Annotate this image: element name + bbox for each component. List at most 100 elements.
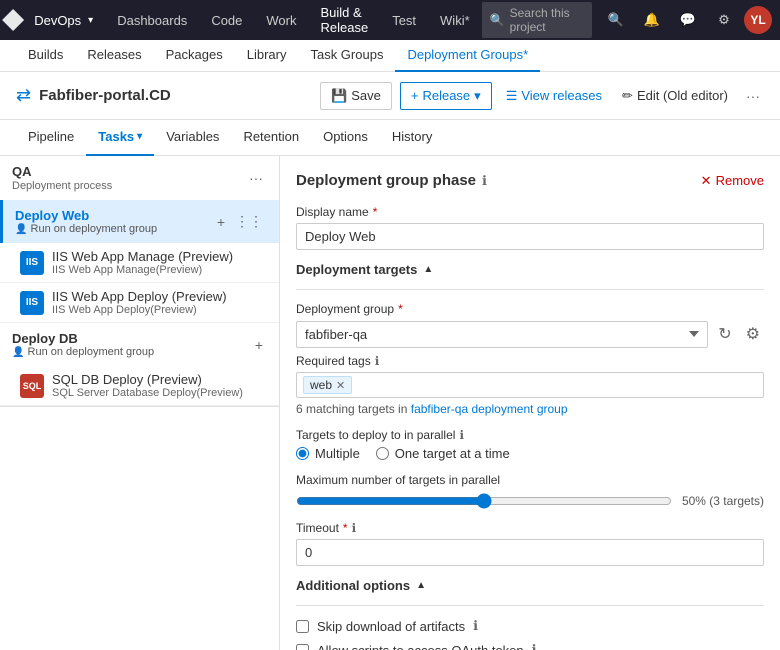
subnav-packages[interactable]: Packages [154, 40, 235, 72]
deploy-db-add-button[interactable]: + [251, 335, 267, 355]
qa-section-title: QA [12, 164, 245, 179]
nav-wiki[interactable]: Wiki* [428, 0, 482, 40]
nav-work[interactable]: Work [254, 0, 308, 40]
tasks-chevron-icon: ▾ [137, 131, 142, 142]
save-button[interactable]: 💾 Save [320, 82, 392, 110]
nav-test[interactable]: Test [380, 0, 428, 40]
iis-deploy-icon: IIS [20, 291, 44, 315]
deployment-group-required: * [398, 302, 403, 316]
devops-label[interactable]: DevOps ▾ [26, 0, 105, 40]
view-releases-button[interactable]: ☰ View releases [500, 83, 608, 109]
subnav-library[interactable]: Library [235, 40, 299, 72]
one-target-radio[interactable] [376, 447, 389, 460]
allow-scripts-checkbox[interactable] [296, 644, 309, 650]
tag-input-wrapper[interactable]: web ✕ [296, 372, 764, 398]
slider-wrapper: 50% (3 targets) [296, 493, 764, 509]
deploy-web-add-button[interactable]: + [213, 211, 229, 232]
chat-icon[interactable]: 💬 [672, 4, 704, 36]
release-button[interactable]: + Release ▾ [400, 82, 492, 110]
timeout-required: * [343, 521, 348, 535]
qa-more-button[interactable]: ··· [245, 168, 267, 188]
panel-header: Deployment group phase ℹ ✕ Remove [296, 172, 764, 189]
search-box[interactable]: 🔍 Search this project [482, 2, 592, 38]
deployment-group-wrapper: fabfiber-qa ↻ ⚙ [296, 320, 764, 348]
max-targets-slider[interactable] [296, 493, 672, 509]
skip-download-info-icon[interactable]: ℹ [473, 618, 478, 634]
tab-history[interactable]: History [380, 120, 444, 156]
qa-section-header[interactable]: QA Deployment process ··· [0, 156, 279, 200]
subnav-deployment-groups[interactable]: Deployment Groups* [395, 40, 540, 72]
main-layout: QA Deployment process ··· Deploy Web 👤 R… [0, 156, 780, 650]
task-iis-manage[interactable]: IIS IIS Web App Manage (Preview) IIS Web… [0, 243, 279, 283]
iis-manage-sub: IIS Web App Manage(Preview) [52, 264, 267, 276]
tab-options[interactable]: Options [311, 120, 380, 156]
task-iis-deploy[interactable]: IIS IIS Web App Deploy (Preview) IIS Web… [0, 283, 279, 323]
edit-old-editor-button[interactable]: ✏ Edit (Old editor) [616, 83, 734, 109]
phase-deploy-db-sub: 👤 Run on deployment group [12, 346, 251, 358]
devops-logo-icon [2, 9, 24, 31]
deployment-group-dropdown[interactable]: fabfiber-qa [296, 321, 708, 348]
multiple-radio-option[interactable]: Multiple [296, 446, 360, 461]
targets-info-icon[interactable]: ℹ [459, 428, 464, 442]
tab-bar: Pipeline Tasks ▾ Variables Retention Opt… [0, 120, 780, 156]
more-options-button[interactable]: ··· [742, 86, 764, 106]
one-target-radio-option[interactable]: One target at a time [376, 446, 510, 461]
tab-retention[interactable]: Retention [231, 120, 311, 156]
subnav-builds[interactable]: Builds [16, 40, 75, 72]
matching-text: 6 matching targets in fabfiber-qa deploy… [296, 402, 764, 416]
allow-scripts-info-icon[interactable]: ℹ [532, 642, 537, 650]
display-name-input[interactable] [296, 223, 764, 250]
pipeline-icon: ⇄ [16, 85, 31, 106]
iis-deploy-name: IIS Web App Deploy (Preview) [52, 289, 267, 304]
settings-gear-button[interactable]: ⚙ [742, 320, 764, 348]
phase-deploy-db-label: Deploy DB [12, 331, 251, 346]
sql-deploy-icon: SQL [20, 374, 44, 398]
required-tags-info-icon[interactable]: ℹ [375, 354, 380, 368]
skip-download-option[interactable]: Skip download of artifacts ℹ [296, 618, 764, 634]
list-icon: ☰ [506, 88, 518, 104]
tab-tasks[interactable]: Tasks ▾ [86, 120, 154, 156]
phase-deploy-db[interactable]: Deploy DB 👤 Run on deployment group + [0, 323, 279, 366]
nav-build-release[interactable]: Build & Release [309, 0, 381, 40]
sub-nav: Builds Releases Packages Library Task Gr… [0, 40, 780, 72]
phase-deploy-web[interactable]: Deploy Web 👤 Run on deployment group + ⋮… [0, 200, 279, 243]
logo[interactable] [0, 0, 26, 40]
targets-parallel-label: Targets to deploy to in parallel ℹ [296, 428, 764, 442]
web-tag-remove[interactable]: ✕ [336, 379, 345, 392]
iis-manage-icon: IIS [20, 251, 44, 275]
notification-icon[interactable]: 🔔 [636, 4, 668, 36]
tab-pipeline[interactable]: Pipeline [16, 120, 86, 156]
nav-dashboards[interactable]: Dashboards [105, 0, 199, 40]
top-nav-links: Dashboards Code Work Build & Release Tes… [105, 0, 481, 40]
nav-code[interactable]: Code [199, 0, 254, 40]
timeout-input[interactable] [296, 539, 764, 566]
tab-variables[interactable]: Variables [154, 120, 231, 156]
refresh-button[interactable]: ↻ [714, 320, 735, 348]
right-panel: Deployment group phase ℹ ✕ Remove Displa… [280, 156, 780, 650]
required-tags-label: Required tags ℹ [296, 354, 764, 368]
subnav-releases[interactable]: Releases [75, 40, 153, 72]
multiple-radio[interactable] [296, 447, 309, 460]
person-icon-2: 👤 [12, 347, 24, 358]
additional-options-chevron-icon: ▲ [416, 580, 426, 591]
edit-icon: ✏ [622, 88, 633, 104]
matching-link[interactable]: fabfiber-qa deployment group [411, 402, 568, 416]
subnav-task-groups[interactable]: Task Groups [298, 40, 395, 72]
iis-manage-name: IIS Web App Manage (Preview) [52, 249, 267, 264]
timeout-info-icon[interactable]: ℹ [352, 521, 357, 535]
search-icon-btn[interactable]: 🔍 [600, 4, 632, 36]
avatar[interactable]: YL [744, 6, 772, 34]
allow-scripts-option[interactable]: Allow scripts to access OAuth token ℹ [296, 642, 764, 650]
max-targets-label: Maximum number of targets in parallel [296, 473, 764, 487]
deploy-web-drag-button[interactable]: ⋮⋮ [231, 211, 267, 232]
section-divider-1 [296, 289, 764, 290]
top-nav-icons: 🔍 🔔 💬 ⚙ YL [600, 4, 780, 36]
skip-download-checkbox[interactable] [296, 620, 309, 633]
sql-deploy-name: SQL DB Deploy (Preview) [52, 372, 267, 387]
display-name-label: Display name * [296, 205, 764, 219]
panel-info-icon[interactable]: ℹ [482, 173, 487, 189]
remove-button[interactable]: ✕ Remove [701, 173, 764, 189]
qa-section: QA Deployment process ··· Deploy Web 👤 R… [0, 156, 279, 407]
task-sql-deploy[interactable]: SQL SQL DB Deploy (Preview) SQL Server D… [0, 366, 279, 406]
settings-icon[interactable]: ⚙ [708, 4, 740, 36]
